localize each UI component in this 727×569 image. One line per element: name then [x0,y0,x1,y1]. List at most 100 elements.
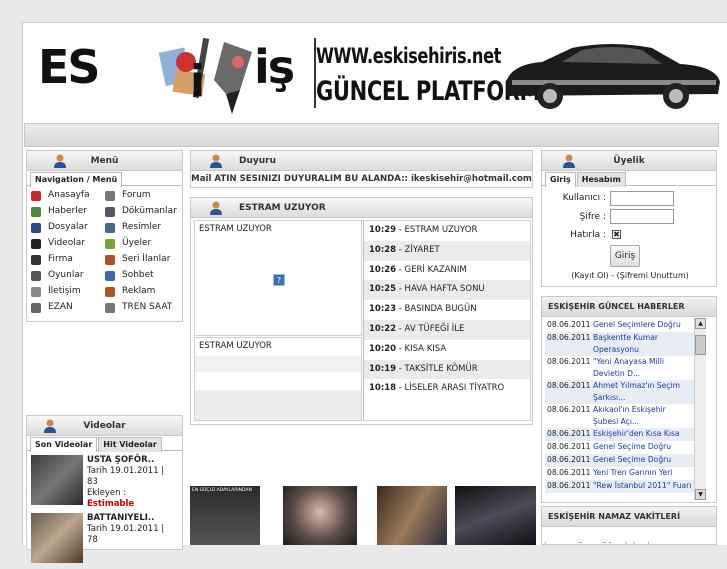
news-date: 08.06.2011 [547,429,591,438]
news-item[interactable]: 08.06.2011 Genel Seçime Doğru [545,441,695,454]
news-item[interactable]: 08.06.2011 "Rew İstanbul 2011" Fuarı [545,480,695,493]
headline-item[interactable]: 10:28 - ZİYARET [364,240,530,261]
register-forgot-links[interactable]: (Kayıt Ol) - (Şifremi Unuttum) [542,271,718,280]
menu-item-label: EZAN [48,302,73,312]
video-item[interactable]: BATTANIYELI.. Tarih 19.01.2011 | 78 [31,513,181,569]
banner-url: WWW.eskisehiris.net [316,44,502,68]
video-uploader[interactable]: Estimable [87,499,179,510]
video-title[interactable]: USTA ŞOFÖR.. [87,455,179,466]
headline-time: 10:25 [369,284,397,295]
news-item[interactable]: 08.06.2011 Akıkaol'ın Eskişehir Şubesi Aç… [545,404,695,428]
username-input[interactable] [610,191,674,206]
headline-item[interactable]: 10:25 - HAVA HAFTA SONU [364,280,530,301]
headline-image-caption: ESTRAM UZUYOR [199,224,272,234]
video-date: Tarih 19.01.2011 | [87,466,165,476]
remember-checkbox[interactable]: ✖ [612,230,621,239]
news-link[interactable]: Genel Seçimlere Doğru [593,319,693,331]
headline-header: ESTRAM UZUYOR [191,198,532,218]
news-scrollbar[interactable]: ▲ ▼ [694,318,706,500]
news-link[interactable]: Yeni Tren Garının Yeri [593,467,693,479]
headline-item[interactable]: 10:18 - LİSELER ARASI TİYATRO [364,379,530,400]
tab-hit-videos[interactable]: Hit Videolar [98,437,162,452]
news-item[interactable]: 08.06.2011 "Yeni Anayasa Milli Devletin D… [545,356,695,380]
menu-item-label: Seri İlanlar [122,254,171,264]
menu-tabs: Navigation / Menü [27,171,182,187]
video-thumbnail[interactable] [31,513,83,563]
news-date: 08.06.2011 [547,405,591,414]
headline-item[interactable]: 10:29 - ESTRAM UZUYOR [364,221,530,241]
scroll-up-icon[interactable]: ▲ [695,318,706,329]
news-date: 08.06.2011 [547,381,591,390]
movie-poster[interactable] [455,486,536,545]
news-item[interactable]: 08.06.2011 Ahmet Yılmaz'ın Seçim Şarkısı.… [545,380,695,404]
globe-icon [31,207,41,217]
tab-navigation[interactable]: Navigation / Menü [30,172,123,187]
membership-box: Üyelik Giriş Hesabım Kullanıcı : Şifre :… [541,150,717,287]
news-item[interactable]: 08.06.2011 Genel Seçimlere Doğru [545,319,695,332]
headline-box: ESTRAM UZUYOR ESTRAM UZUYOR ? ESTRAM UZU… [190,197,533,425]
password-input[interactable] [610,209,674,224]
site-logo: ES [38,40,101,94]
menu-item-label: Resimler [122,222,162,232]
video-item[interactable]: USTA ŞOFÖR.. Tarih 19.01.2011 | 83 Ekley… [31,455,181,511]
menu-item-label: Dökümanlar [122,206,177,216]
leaf-icon [31,303,41,313]
membership-header: Üyelik [542,151,716,171]
image-icon [105,223,115,233]
scroll-down-icon[interactable]: ▼ [695,489,706,500]
prayer-times-box: ESKİŞEHİR NAMAZ VAKİTLERİ İMSAK GÜNEŞ ÖĞ… [541,506,717,545]
news-link[interactable]: "Rew İstanbul 2011" Fuarı [593,480,693,492]
login-button[interactable]: Giriş [610,245,640,267]
movie-poster[interactable]: EN GÜÇLÜ ADAYLARINDAN [190,486,260,545]
news-link[interactable]: "Yeni Anayasa Milli Devletin D... [593,356,693,380]
phone-icon [31,287,41,297]
headline-image-panel[interactable]: ESTRAM UZUYOR ? [194,220,362,336]
menu-item-label: İletişim [48,286,81,296]
headline-summary-panel[interactable]: ESTRAM UZUYOR [194,337,362,421]
password-label: Şifre : [579,212,606,222]
tab-account[interactable]: Hesabım [576,172,626,187]
leaf-icon [105,239,115,249]
news-item[interactable]: 08.06.2011 Yeni Tren Garının Yeri [545,467,695,480]
news-link[interactable]: Ahmet Yılmaz'ın Seçim Şarkısı... [593,380,693,404]
menu-item-label: Videolar [48,238,85,248]
headline-item[interactable]: 10:23 - BASINDA BUGÜN [364,300,530,320]
news-item[interactable]: 08.06.2011 Başkentte Kumar Operasyonu [545,332,695,356]
nav-bar[interactable] [24,123,719,147]
scroll-thumb[interactable] [695,335,706,355]
www-icon [105,287,115,297]
news-link[interactable]: Eskişehir'den Kısa Kısa [593,428,693,440]
remember-label: Hatırla : [570,230,606,240]
tab-recent-videos[interactable]: Son Videolar [30,437,98,452]
headline-item[interactable]: 10:19 - TAKSİTLE KÖMÜR [364,359,530,380]
movie-poster[interactable] [377,486,447,545]
headline-text: GERİ KAZANIM [404,264,467,275]
headline-text: BASINDA BUGÜN [404,304,477,315]
menu-item-label: Anasayfa [48,190,90,200]
news-link[interactable]: Akıkaol'ın Eskişehir Şubesi Açı... [593,404,693,428]
car-image [506,44,720,109]
news-date: 08.06.2011 [547,320,591,329]
headline-item[interactable]: 10:20 - KISA KISA [364,339,530,360]
video-title[interactable]: BATTANIYELI.. [87,513,179,524]
user-icon [210,201,222,215]
news-link[interactable]: Genel Seçime Doğru [593,441,693,453]
news-date: 08.06.2011 [547,357,591,366]
movie-poster[interactable] [283,486,357,545]
news-link[interactable]: Genel Seçime Doğru [593,454,693,466]
news-date: 08.06.2011 [547,442,591,451]
video-thumbnail[interactable] [31,455,83,505]
headline-time: 10:29 [369,225,397,235]
news-list: 08.06.2011 Genel Seçimlere Doğru 08.06.201… [545,319,695,500]
username-label: Kullanıcı : [562,193,606,203]
news-item[interactable]: 08.06.2011 Genel Seçime Doğru [545,454,695,467]
membership-tabs: Giriş Hesabım [542,171,716,187]
pen-logo-icon: i [158,37,252,114]
headline-item[interactable]: 10:22 - AV TÜFEĞİ İLE [364,319,530,340]
headline-item[interactable]: 10:26 - GERİ KAZANIM [364,260,530,281]
news-link[interactable]: Başkentte Kumar Operasyonu [593,332,693,356]
site-banner[interactable]: ES i iş WWW.eskisehiris.net GÜNCEL PLATF… [24,28,724,120]
svg-text:i: i [190,56,205,107]
tab-login[interactable]: Giriş [545,172,576,187]
news-item[interactable]: 08.06.2011 Eskişehir'den Kısa Kısa [545,428,695,441]
